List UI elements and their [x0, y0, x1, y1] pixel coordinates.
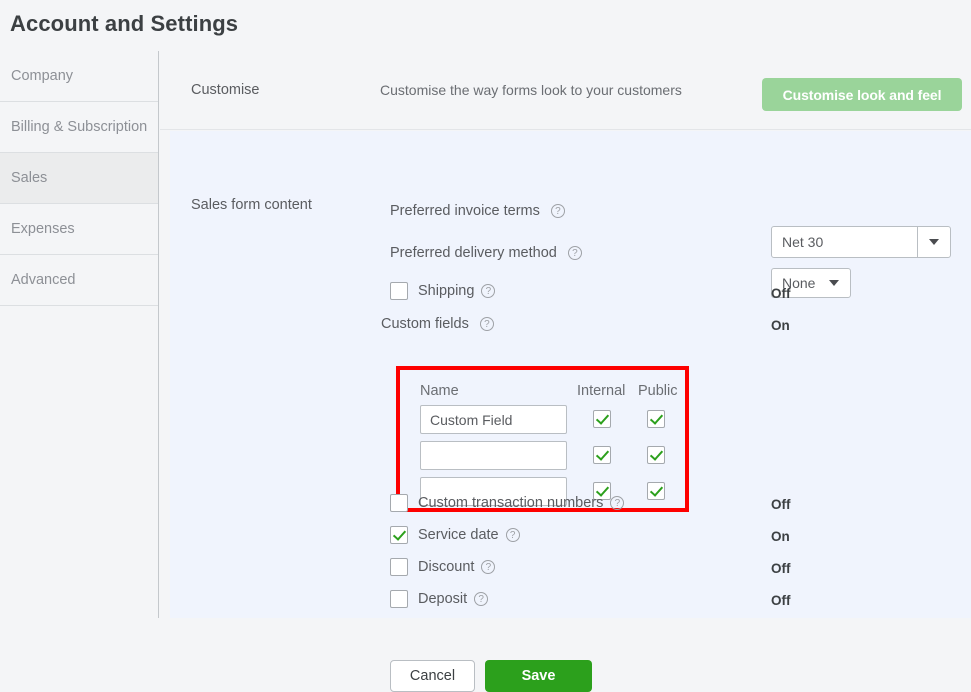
settings-main-content: Customise Customise the way forms look t…	[160, 51, 971, 692]
question-icon[interactable]: ?	[481, 560, 496, 574]
custom-field-name-input[interactable]	[420, 405, 567, 434]
customise-heading: Customise	[191, 82, 260, 98]
sidebar-item-label: Sales	[11, 170, 48, 186]
shipping-checkbox[interactable]	[390, 282, 408, 300]
select-divider	[917, 227, 918, 257]
question-icon[interactable]: ?	[481, 284, 496, 298]
custom-fields-column-public: Public	[638, 383, 678, 399]
discount-row: Discount ?	[390, 558, 496, 576]
customise-look-and-feel-button[interactable]: Customise look and feel	[762, 78, 962, 111]
sales-form-content-heading: Sales form content	[191, 197, 312, 213]
sidebar-item-sales[interactable]: Sales	[0, 153, 158, 204]
custom-transaction-numbers-row: Custom transaction numbers ?	[390, 494, 625, 512]
preferred-delivery-method-label: Preferred delivery method ?	[390, 245, 582, 261]
sidebar-item-label: Advanced	[11, 272, 76, 288]
custom-fields-column-name: Name	[420, 383, 459, 399]
service-date-state: On	[771, 529, 790, 544]
preferred-invoice-terms-value: Net 30	[782, 234, 824, 250]
question-icon[interactable]: ?	[505, 528, 520, 542]
sidebar-item-billing-subscription[interactable]: Billing & Subscription	[0, 102, 158, 153]
custom-field-public-checkbox[interactable]	[647, 482, 665, 500]
custom-field-name-input[interactable]	[420, 441, 567, 470]
customise-section: Customise Customise the way forms look t…	[160, 51, 971, 130]
page-title: Account and Settings	[10, 11, 239, 36]
custom-transaction-numbers-label: Custom transaction numbers	[418, 495, 604, 511]
sidebar-item-label: Billing & Subscription	[11, 119, 148, 135]
discount-label: Discount	[418, 559, 475, 575]
shipping-label: Shipping	[418, 283, 475, 299]
sidebar-item-label: Company	[11, 68, 74, 84]
preferred-invoice-terms-label: Preferred invoice terms ?	[390, 203, 565, 219]
cancel-button[interactable]: Cancel	[390, 660, 475, 692]
custom-field-internal-checkbox[interactable]	[593, 446, 611, 464]
custom-field-internal-checkbox[interactable]	[593, 410, 611, 428]
account-settings-page: Account and Settings Company Billing & S…	[0, 0, 971, 692]
deposit-row: Deposit ?	[390, 590, 489, 608]
chevron-down-icon	[929, 239, 939, 245]
question-icon[interactable]: ?	[474, 592, 489, 606]
custom-transaction-numbers-state: Off	[771, 497, 791, 512]
shipping-row: Shipping ?	[390, 282, 496, 300]
discount-state: Off	[771, 561, 791, 576]
settings-sidebar: Company Billing & Subscription Sales Exp…	[0, 51, 159, 618]
shipping-state: Off	[771, 286, 791, 301]
custom-field-public-checkbox[interactable]	[647, 446, 665, 464]
sidebar-item-company[interactable]: Company	[0, 51, 158, 102]
custom-fields-column-internal: Internal	[577, 383, 626, 399]
question-icon[interactable]: ?	[479, 317, 494, 331]
discount-checkbox[interactable]	[390, 558, 408, 576]
deposit-label: Deposit	[418, 591, 468, 607]
question-icon[interactable]: ?	[550, 204, 565, 218]
sales-form-content-section: Sales form content Preferred invoice ter…	[170, 131, 971, 692]
chevron-down-icon	[829, 280, 839, 286]
deposit-state: Off	[771, 593, 791, 608]
question-icon[interactable]: ?	[610, 496, 625, 510]
sidebar-item-label: Expenses	[11, 221, 75, 237]
preferred-invoice-terms-select[interactable]: Net 30	[771, 226, 951, 258]
question-icon[interactable]: ?	[567, 246, 582, 260]
custom-field-public-checkbox[interactable]	[647, 410, 665, 428]
customise-description: Customise the way forms look to your cus…	[380, 82, 682, 98]
custom-transaction-numbers-checkbox[interactable]	[390, 494, 408, 512]
sidebar-item-advanced[interactable]: Advanced	[0, 255, 158, 306]
deposit-checkbox[interactable]	[390, 590, 408, 608]
service-date-checkbox[interactable]	[390, 526, 408, 544]
custom-fields-state: On	[771, 318, 790, 333]
save-button[interactable]: Save	[485, 660, 592, 692]
sidebar-item-expenses[interactable]: Expenses	[0, 204, 158, 255]
service-date-row: Service date ?	[390, 526, 520, 544]
service-date-label: Service date	[418, 527, 499, 543]
custom-fields-label: Custom fields ?	[381, 316, 494, 332]
